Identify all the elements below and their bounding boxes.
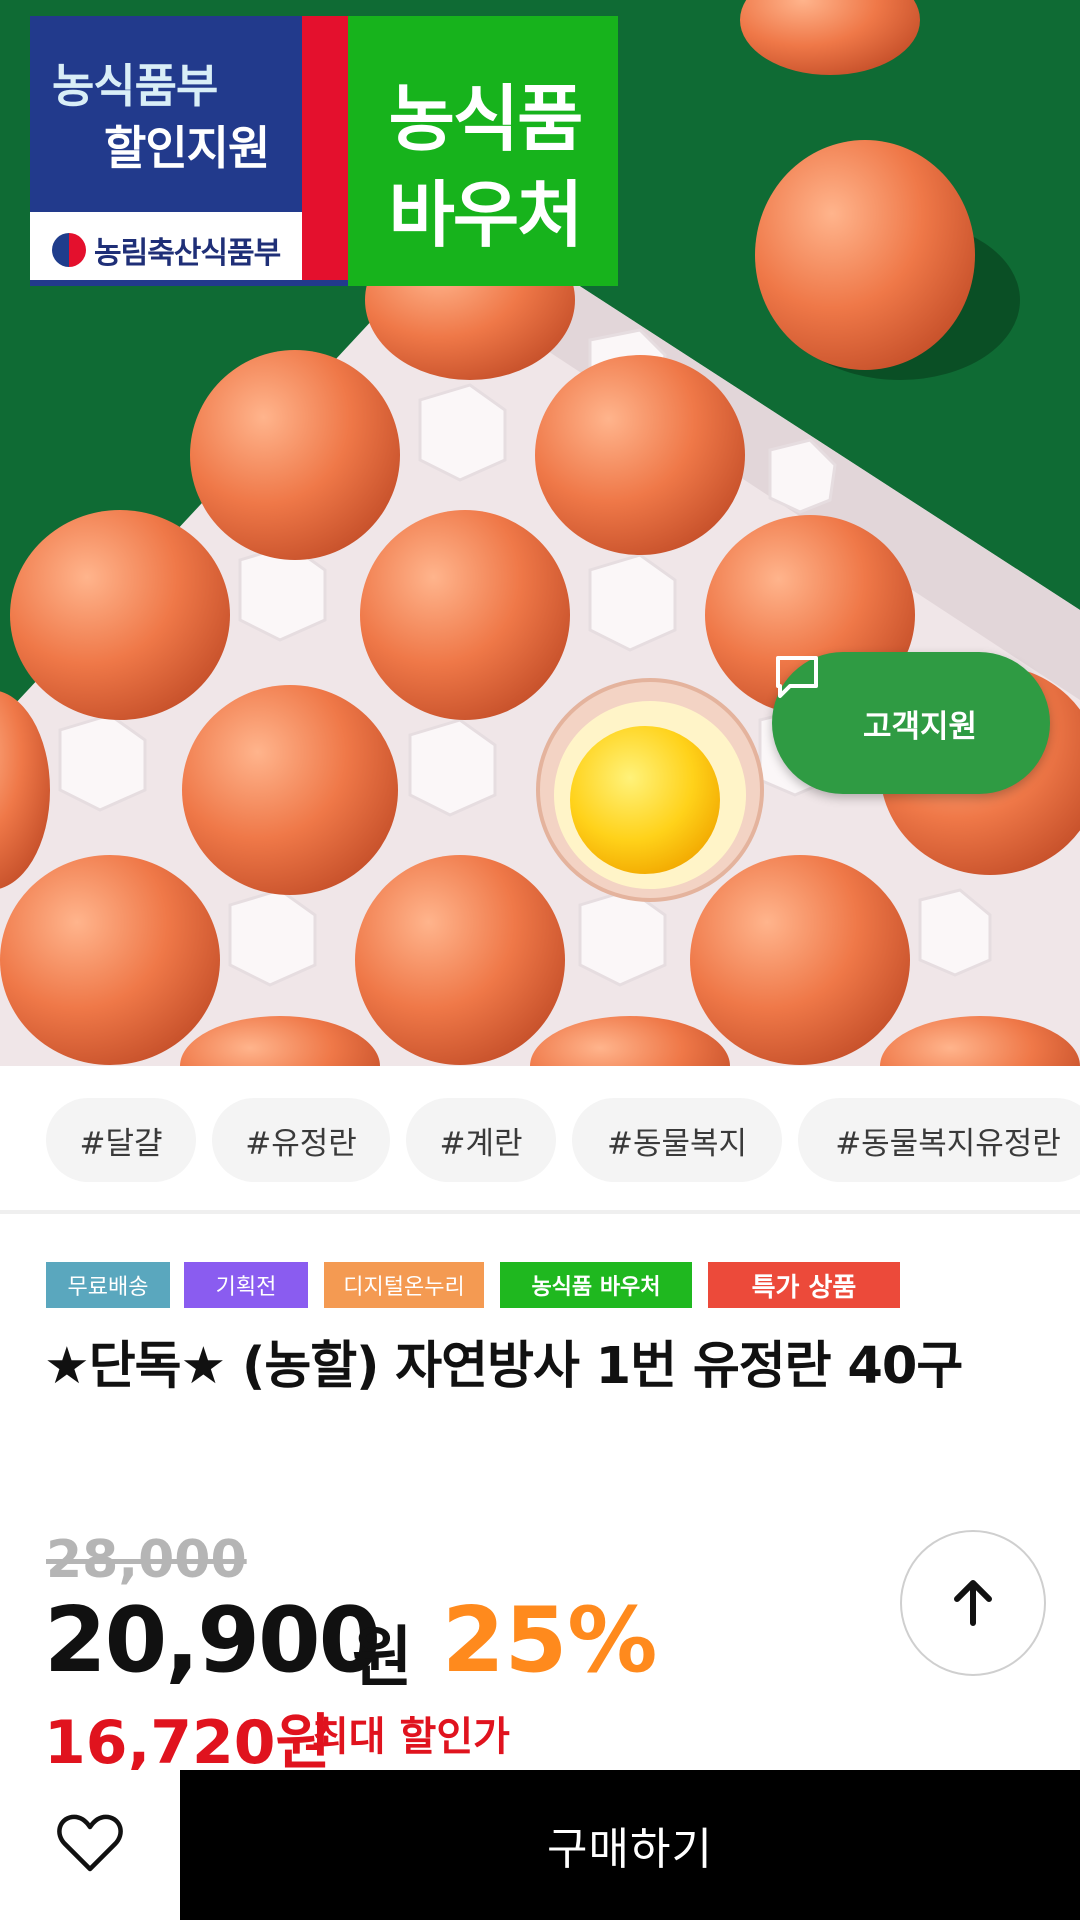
label-special-deal: 특가 상품 [708, 1262, 900, 1308]
voucher-line-2: 바우처 [388, 173, 584, 257]
ministry-text: 농림축산식품부 [94, 236, 281, 271]
sale-price: 20,900 [44, 1588, 381, 1693]
label-agri-voucher: 농식품 바우처 [500, 1262, 692, 1308]
buy-button[interactable]: 구매하기 [180, 1770, 1080, 1920]
tag-chip[interactable]: #달걀 [46, 1098, 196, 1182]
tag-chip[interactable]: #동물복지유정란 [798, 1098, 1080, 1182]
discount-rate: 25% [442, 1588, 658, 1693]
label-promotion: 기획전 [184, 1262, 308, 1308]
badge-line-1: 농식품부 [52, 59, 218, 113]
price-unit: 원 [352, 1619, 413, 1696]
agri-voucher-badge: 농식품 바우처 [348, 16, 618, 286]
badge-line-2: 할인지원 [104, 121, 270, 175]
max-discount-price: 16,720원 [44, 1708, 331, 1778]
arrow-up-icon [949, 1575, 997, 1631]
original-price: 28,000 [46, 1530, 247, 1590]
label-digital-onnuri: 디지털온누리 [324, 1262, 484, 1308]
ministry-label: 농림축산식품부 [52, 228, 281, 272]
taegeuk-emblem-icon [52, 233, 86, 267]
product-title: ★단독★ (농할) 자연방사 1번 유정란 40구 [44, 1337, 963, 1396]
voucher-line-1: 농식품 [388, 77, 584, 161]
label-free-shipping: 무료배송 [46, 1262, 170, 1308]
tag-chip[interactable]: #유정란 [212, 1098, 390, 1182]
purchase-bar: 구매하기 [0, 1770, 1080, 1920]
max-discount-label: 최대 할인가 [312, 1714, 510, 1760]
scroll-to-top-button[interactable] [900, 1530, 1046, 1676]
product-hero-image: 농식품부 할인지원 농림축산식품부 농식품 바우처 고객지원 [0, 0, 1080, 1066]
wishlist-button[interactable] [0, 1770, 180, 1920]
hashtag-list: #달걀 #유정란 #계란 #동물복지 #동물복지유정란 [0, 1066, 1080, 1212]
customer-support-button[interactable]: 고객지원 [772, 652, 1050, 794]
divider [0, 1210, 1080, 1214]
heart-icon [57, 1813, 123, 1877]
agri-discount-badge: 농식품부 할인지원 농림축산식품부 [30, 16, 348, 286]
tag-chip[interactable]: #계란 [406, 1098, 556, 1182]
support-label: 고객지원 [862, 708, 978, 745]
tag-chip[interactable]: #동물복지 [572, 1098, 782, 1182]
